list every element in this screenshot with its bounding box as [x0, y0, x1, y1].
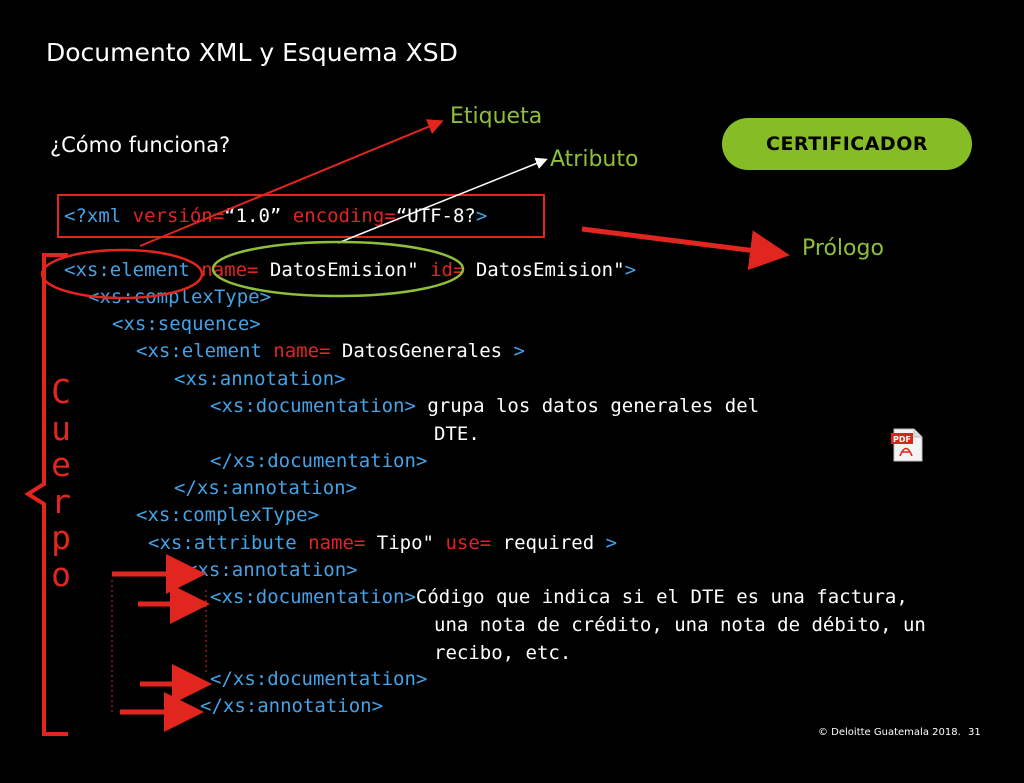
atributo-arrow — [337, 157, 548, 244]
pdf-file-icon[interactable]: PDF — [890, 428, 924, 462]
attribute-highlight-ellipse — [211, 240, 465, 298]
annotation-overlay — [24, 119, 790, 736]
etiqueta-arrow — [139, 119, 444, 247]
prologo-arrow — [581, 226, 790, 271]
pdf-icon-label: PDF — [893, 435, 911, 444]
page-number: 31 — [968, 727, 981, 738]
footer-copyright: © Deloitte Guatemala 2018. — [818, 727, 961, 738]
cuerpo-bracket — [24, 253, 68, 736]
tag-highlight-ellipse — [40, 248, 204, 300]
